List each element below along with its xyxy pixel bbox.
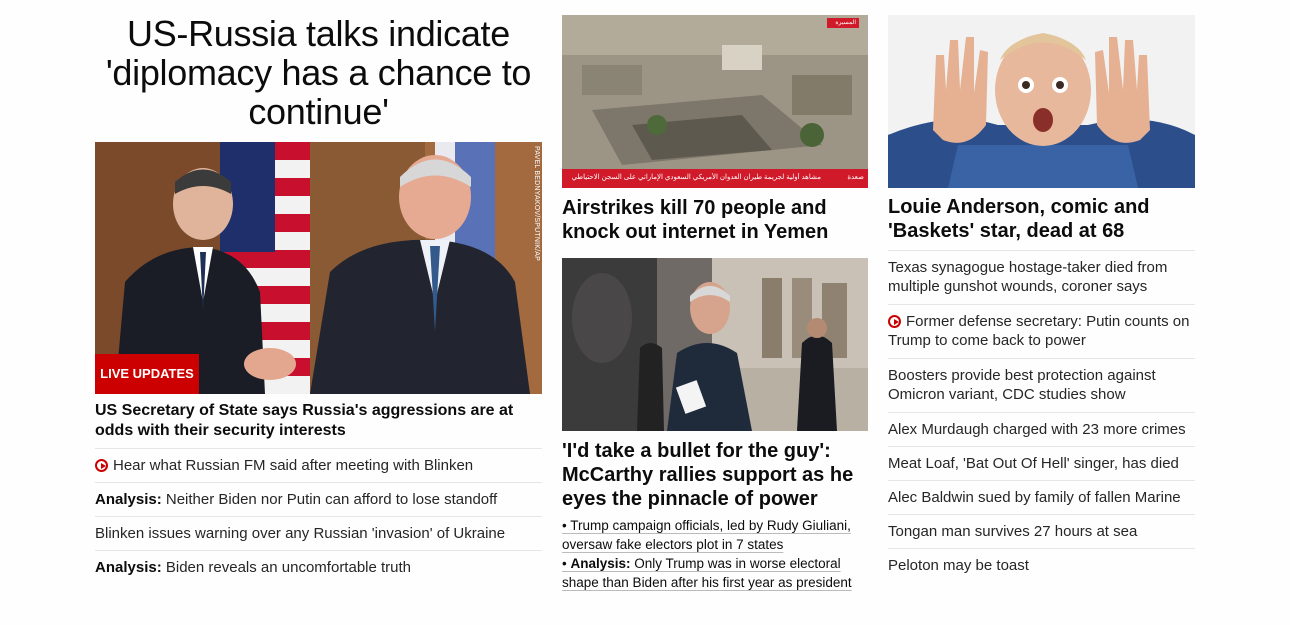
headline-text: Texas synagogue hostage-taker died from … (888, 259, 1168, 295)
analysis-label: Analysis: (95, 491, 162, 508)
headline-text: Peloton may be toast (888, 557, 1029, 574)
related-link-3[interactable]: Analysis: Biden reveals an uncomfortable… (95, 550, 542, 584)
yemen-photo[interactable]: مشاهد أولية لجريمة طيران العدوان الأمريك… (562, 15, 868, 188)
related-link-0[interactable]: Hear what Russian FM said after meeting … (95, 448, 542, 482)
headline-link-5[interactable]: Alec Baldwin sued by family of fallen Ma… (888, 480, 1195, 514)
headline-text: Boosters provide best protection against… (888, 367, 1156, 403)
lead-headline[interactable]: US-Russia talks indicate 'diplomacy has … (95, 14, 542, 131)
louie-anderson-headline[interactable]: Louie Anderson, comic and 'Baskets' star… (888, 195, 1195, 243)
headline-link-1[interactable]: Former defense secretary: Putin counts o… (888, 304, 1195, 358)
bullet-link-0[interactable]: • Trump campaign officials, led by Rudy … (562, 516, 868, 554)
mccarthy-photo[interactable] (562, 258, 868, 431)
related-link-1[interactable]: Analysis: Neither Biden nor Putin can af… (95, 482, 542, 516)
louie-anderson-photo[interactable] (888, 15, 1195, 188)
headline-link-7[interactable]: Peloton may be toast (888, 548, 1195, 582)
lead-related-list: Hear what Russian FM said after meeting … (95, 448, 542, 584)
related-text: Hear what Russian FM said after meeting … (113, 457, 474, 474)
mccarthy-headline[interactable]: 'I'd take a bullet for the guy': McCarth… (562, 439, 868, 511)
headline-text: Former defense secretary: Putin counts o… (888, 313, 1190, 349)
analysis-label: Analysis: (95, 559, 162, 576)
louie-anderson-image (888, 15, 1195, 188)
right-headline-list: Texas synagogue hostage-taker died from … (888, 250, 1195, 582)
analysis-label: Analysis: (570, 556, 631, 571)
live-updates-badge[interactable]: LIVE UPDATES (95, 354, 199, 394)
bullet-link-1[interactable]: • Analysis: Only Trump was in worse elec… (562, 554, 868, 592)
headline-text: Meat Loaf, 'Bat Out Of Hell' singer, has… (888, 455, 1179, 472)
bullet-text: Trump campaign officials, led by Rudy Gi… (562, 518, 851, 552)
lead-subheadline[interactable]: US Secretary of State says Russia's aggr… (95, 401, 542, 441)
yemen-caption: مشاهد أولية لجريمة طيران العدوان الأمريك… (571, 174, 821, 181)
yemen-headline[interactable]: Airstrikes kill 70 people and knock out … (562, 196, 868, 244)
yemen-channel-logo: المسيرة (835, 20, 856, 26)
play-video-icon (888, 315, 901, 328)
yemen-caption-place: صعدة (847, 174, 864, 181)
related-link-2[interactable]: Blinken issues warning over any Russian … (95, 516, 542, 550)
yemen-airstrike-image (562, 15, 868, 188)
headline-link-0[interactable]: Texas synagogue hostage-taker died from … (888, 250, 1195, 304)
related-text: Neither Biden nor Putin can afford to lo… (165, 491, 498, 508)
headline-link-4[interactable]: Meat Loaf, 'Bat Out Of Hell' singer, has… (888, 446, 1195, 480)
photo-credit: PAVEL BEDNYAKOV/SPUTNIK/AP (533, 146, 540, 262)
lead-story: US-Russia talks indicate 'diplomacy has … (95, 0, 542, 576)
mccarthy-related: • Trump campaign officials, led by Rudy … (562, 516, 868, 592)
headline-text: Alex Murdaugh charged with 23 more crime… (888, 421, 1186, 438)
play-video-icon (95, 459, 108, 472)
related-text: Blinken issues warning over any Russian … (95, 525, 506, 542)
headline-link-2[interactable]: Boosters provide best protection against… (888, 358, 1195, 412)
headline-text: Alec Baldwin sued by family of fallen Ma… (888, 489, 1181, 506)
headline-link-3[interactable]: Alex Murdaugh charged with 23 more crime… (888, 412, 1195, 446)
headline-link-6[interactable]: Tongan man survives 27 hours at sea (888, 514, 1195, 548)
headline-text: Tongan man survives 27 hours at sea (888, 523, 1138, 540)
mccarthy-hallway-image (562, 258, 868, 431)
related-text: Biden reveals an uncomfortable truth (165, 559, 412, 576)
